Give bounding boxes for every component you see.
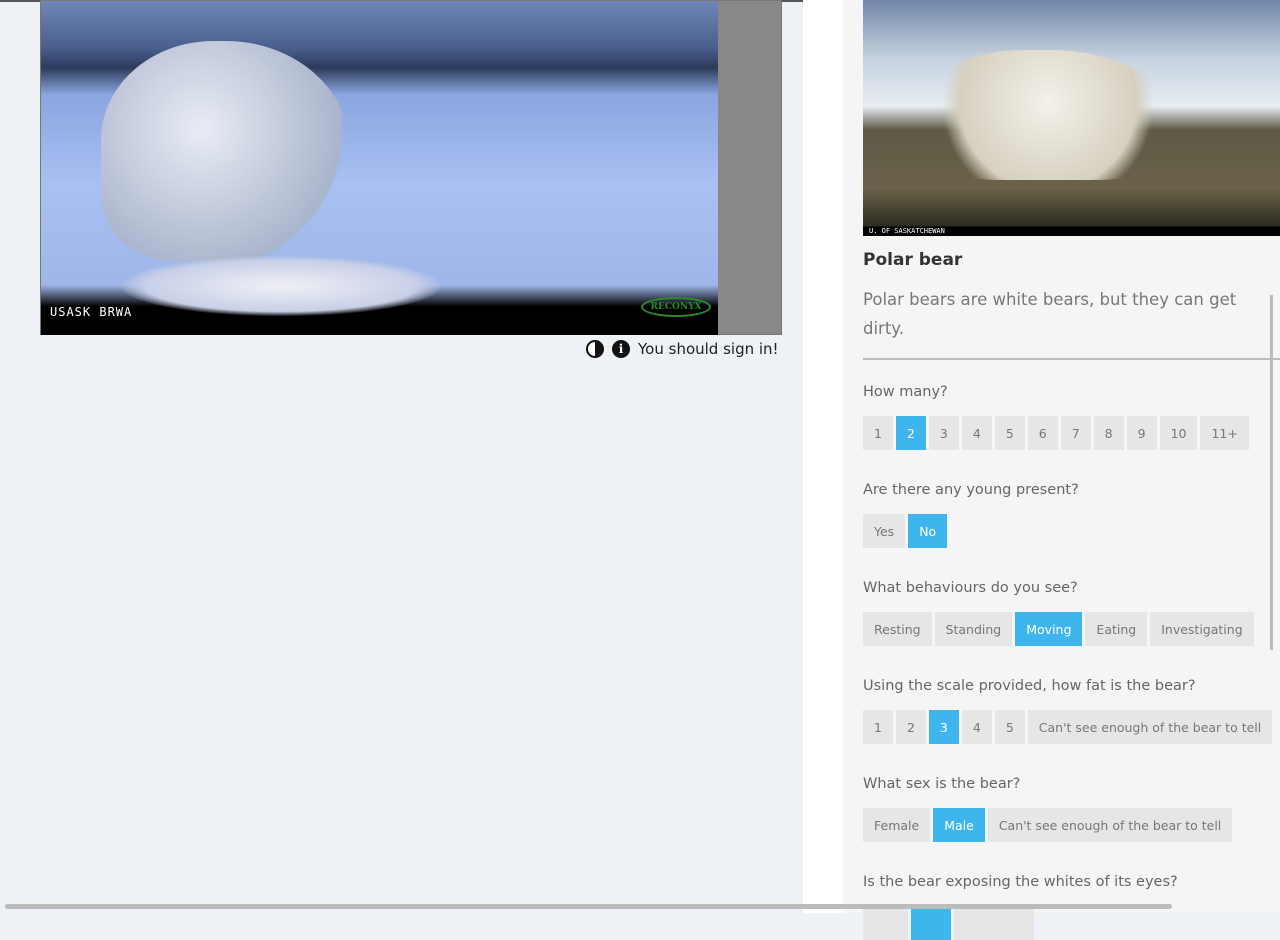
question-label: Is the bear exposing the whites of its e… [863, 874, 1178, 890]
answer-button[interactable] [954, 906, 1034, 940]
info-icon[interactable]: i [612, 340, 630, 358]
question-label: How many? [863, 384, 948, 400]
answer-button[interactable]: 8 [1093, 416, 1124, 450]
answer-button[interactable]: Male [933, 808, 985, 842]
bear-figure [121, 256, 441, 316]
answer-button[interactable]: 4 [961, 710, 992, 744]
answer-button[interactable]: 6 [1027, 416, 1058, 450]
answer-button[interactable]: 5 [994, 710, 1025, 744]
answer-button[interactable]: 1 [863, 416, 893, 450]
divider [863, 358, 1280, 360]
answer-button[interactable]: 5 [994, 416, 1025, 450]
species-panel: U. OF SASKATCHEWAN Polar bear Polar bear… [843, 0, 1280, 940]
answer-button[interactable]: Can't see enough of the bear to tell [1027, 710, 1273, 744]
camera-logo: RECONYX [641, 297, 711, 317]
camera-label: USASK BRWA [50, 305, 133, 319]
horizontal-scrollbar[interactable] [5, 904, 1172, 909]
panel-scrollbar[interactable] [1270, 295, 1273, 650]
subject-tools: i You should sign in! [586, 340, 779, 358]
answer-button[interactable]: Yes [863, 514, 906, 548]
answer-button[interactable]: Moving [1015, 612, 1083, 646]
answer-button[interactable] [911, 906, 951, 940]
contrast-icon[interactable] [586, 340, 604, 358]
answer-button[interactable]: No [908, 514, 948, 548]
question-label: What sex is the bear? [863, 776, 1021, 792]
answer-button[interactable]: 10 [1159, 416, 1198, 450]
sign-in-message[interactable]: You should sign in! [638, 340, 779, 358]
answer-button[interactable]: 7 [1060, 416, 1091, 450]
answer-button[interactable]: Standing [934, 612, 1013, 646]
answer-group: Yes No [863, 514, 948, 548]
answer-button[interactable]: 1 [863, 710, 893, 744]
reference-image: U. OF SASKATCHEWAN [863, 0, 1280, 236]
answer-button[interactable]: 11+ [1200, 416, 1249, 450]
answer-button[interactable]: Female [863, 808, 931, 842]
answer-button[interactable]: Investigating [1150, 612, 1254, 646]
answer-button[interactable]: 3 [928, 416, 959, 450]
species-name: Polar bear [863, 250, 963, 270]
question-label: Are there any young present? [863, 482, 1079, 498]
answer-button[interactable]: 2 [895, 710, 926, 744]
question-label: What behaviours do you see? [863, 580, 1078, 596]
question-label: Using the scale provided, how fat is the… [863, 678, 1196, 694]
answer-button[interactable]: 9 [1126, 416, 1157, 450]
subject-image[interactable]: USASK BRWA RECONYX [41, 1, 718, 335]
species-description: Polar bears are white bears, but they ca… [863, 290, 1237, 338]
divider-strip [803, 0, 843, 913]
answer-group: Resting Standing Moving Eating Investigating [863, 612, 1254, 646]
answer-button[interactable]: Eating [1085, 612, 1148, 646]
answer-button[interactable]: Can't see enough of the bear to tell [987, 808, 1233, 842]
answer-button[interactable]: Resting [863, 612, 932, 646]
answer-group: Female Male Can't see enough of the bear t… [863, 808, 1233, 842]
answer-button[interactable]: 4 [961, 416, 992, 450]
answer-button[interactable]: 2 [895, 416, 926, 450]
reference-caption: U. OF SASKATCHEWAN [869, 227, 945, 235]
answer-group: 1 2 3 4 5 6 7 8 9 10 11+ [863, 416, 1249, 450]
subject-viewer[interactable]: USASK BRWA RECONYX [40, 0, 782, 335]
answer-button[interactable]: 3 [928, 710, 959, 744]
answer-group [863, 906, 1034, 940]
answer-button[interactable] [863, 906, 908, 940]
answer-group: 1 2 3 4 5 Can't see enough of the bear to tel… [863, 710, 1273, 744]
bear-figure [101, 41, 351, 261]
